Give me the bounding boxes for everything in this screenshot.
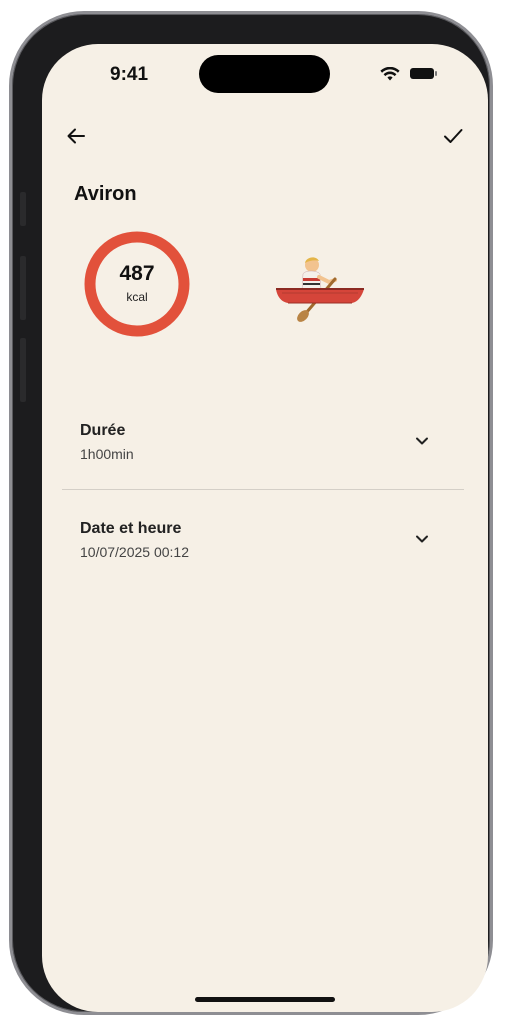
calories-value: 487 bbox=[119, 262, 155, 285]
date-time-label: Date et heure bbox=[80, 520, 182, 537]
wifi-icon bbox=[380, 67, 400, 81]
date-time-row[interactable]: Date et heure 10/07/2025 00:12 bbox=[62, 507, 464, 567]
duration-row[interactable]: Durée 1h00min bbox=[62, 409, 464, 469]
confirm-button[interactable] bbox=[439, 122, 467, 150]
activity-title: Aviron bbox=[74, 183, 137, 205]
status-time: 9:41 bbox=[110, 64, 149, 85]
volume-down-button bbox=[20, 338, 26, 402]
phone-frame: 9:41 Aviron 487 kcal Durée 1h00min Date … bbox=[9, 11, 493, 1015]
dynamic-island bbox=[199, 55, 330, 93]
rowboat-illustration bbox=[276, 257, 364, 322]
arrow-left-icon bbox=[67, 128, 85, 144]
date-time-value: 10/07/2025 00:12 bbox=[80, 544, 189, 560]
check-icon bbox=[444, 129, 463, 143]
back-button[interactable] bbox=[62, 122, 90, 150]
screen: 9:41 Aviron 487 kcal Durée 1h00min Date … bbox=[42, 44, 488, 1012]
silent-switch bbox=[20, 192, 26, 226]
chevron-down-icon bbox=[416, 437, 428, 445]
volume-up-button bbox=[20, 256, 26, 320]
chevron-down-icon bbox=[416, 535, 428, 543]
duration-label: Durée bbox=[80, 422, 126, 439]
home-indicator[interactable] bbox=[195, 997, 335, 1002]
divider bbox=[62, 489, 464, 490]
battery-icon bbox=[410, 68, 437, 79]
calories-unit: kcal bbox=[126, 290, 148, 304]
duration-value: 1h00min bbox=[80, 446, 134, 462]
